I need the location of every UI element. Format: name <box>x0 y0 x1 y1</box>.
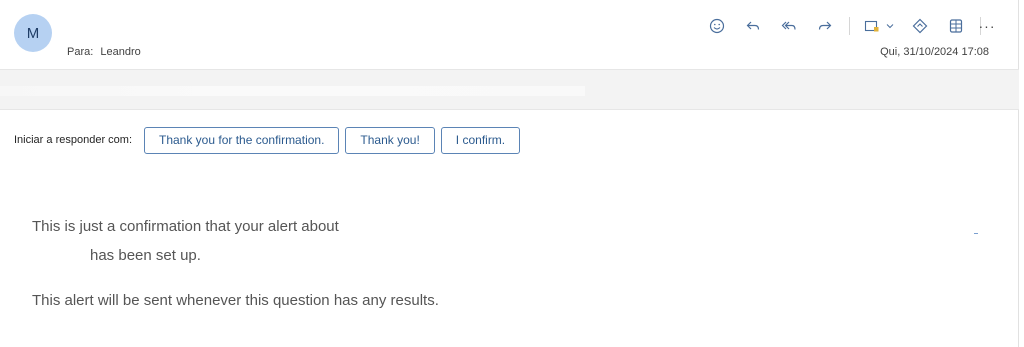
chevron-down-icon[interactable] <box>884 14 896 38</box>
table-icon[interactable] <box>944 14 968 38</box>
quick-reply-i-confirm[interactable]: I confirm. <box>440 126 521 154</box>
recipient-name[interactable]: Leandro <box>100 46 140 58</box>
body-line-3: This alert will be sent whenever this qu… <box>32 292 439 309</box>
redacted-line <box>0 86 585 96</box>
reply-all-icon[interactable] <box>777 14 801 38</box>
emoji-icon[interactable] <box>705 14 729 38</box>
message-header: M Para: Leandro ··· Qui, 31/10/2024 17:0… <box>0 0 1019 70</box>
message-pane: M Para: Leandro ··· Qui, 31/10/2024 17:0… <box>0 0 1019 347</box>
recipient-line: Para: Leandro <box>67 46 145 58</box>
avatar[interactable]: M <box>14 14 52 52</box>
message-toolbar <box>693 14 981 38</box>
apps-icon[interactable] <box>862 14 882 38</box>
quick-reply-label: Iniciar a responder com: <box>14 134 132 146</box>
to-label: Para: <box>67 46 94 58</box>
forward-icon[interactable] <box>813 14 837 38</box>
quick-reply-thank-you[interactable]: Thank you! <box>345 126 435 154</box>
reply-icon[interactable] <box>741 14 765 38</box>
message-date: Qui, 31/10/2024 17:08 <box>880 46 989 58</box>
quick-reply-thanks-confirmation[interactable]: Thank you for the confirmation. <box>144 126 340 154</box>
body-line-2: has been set up. <box>90 247 201 264</box>
more-icon[interactable]: ··· <box>975 14 999 38</box>
toolbar-separator <box>849 17 850 35</box>
quick-reply-bar: Iniciar a responder com: Thank you for t… <box>14 126 526 154</box>
loop-icon[interactable] <box>908 14 932 38</box>
body-line-1: This is just a confirmation that your al… <box>32 218 339 235</box>
redacted-link-mark <box>974 226 978 234</box>
